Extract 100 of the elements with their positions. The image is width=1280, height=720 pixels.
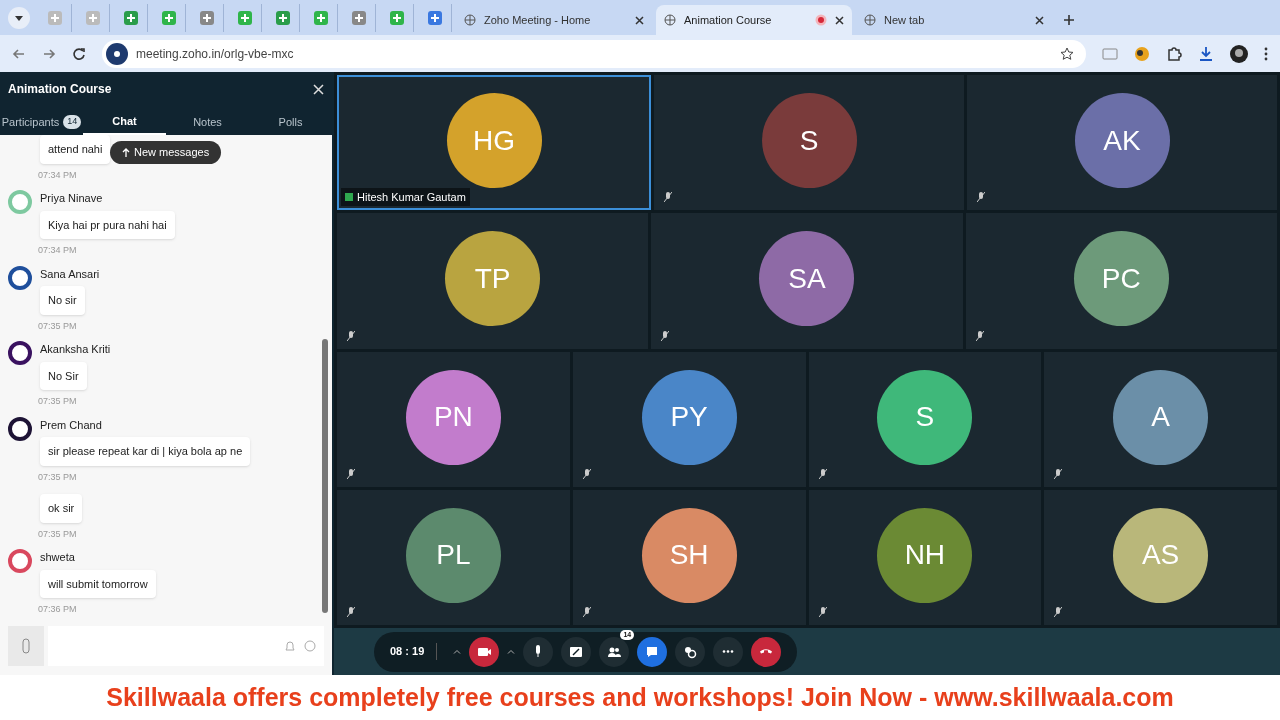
chat-button[interactable] (637, 636, 668, 667)
video-tile[interactable]: AK (967, 75, 1277, 211)
sender-name: Prem Chand (40, 417, 102, 433)
forward-icon[interactable] (42, 46, 56, 61)
video-tile[interactable]: HG Hitesh Kumar Gautam (337, 75, 651, 211)
muted-mic-icon (582, 607, 591, 617)
video-tile[interactable]: S (654, 75, 964, 211)
muted-mic-icon (582, 468, 591, 479)
bookmark-star-icon[interactable] (1060, 46, 1074, 61)
close-icon[interactable] (635, 15, 644, 25)
panel-tab[interactable]: Polls (249, 109, 332, 135)
extension-icon[interactable] (1134, 45, 1150, 62)
name-label: Hitesh Kumar Gautam (341, 187, 470, 207)
favicon-icon (123, 11, 138, 25)
favicon-icon (275, 11, 290, 25)
favicon-icon (199, 11, 214, 25)
meeting-timer: 08 : 19 (390, 643, 438, 660)
favicon-icon (389, 11, 404, 25)
participant-avatar: PL (405, 507, 501, 603)
participant-avatar: TP (445, 231, 541, 327)
participant-avatar: PC (1073, 231, 1169, 327)
close-icon[interactable] (1035, 15, 1044, 25)
message-time: 07:34 PM (38, 168, 77, 182)
chevron-up-icon[interactable] (507, 649, 516, 654)
favicon-icon (47, 11, 62, 25)
download-icon[interactable] (1198, 45, 1214, 62)
muted-mic-icon (347, 607, 355, 617)
share-button[interactable] (561, 636, 592, 667)
chevron-up-icon[interactable] (453, 649, 462, 654)
paperclip-icon (22, 638, 30, 654)
favicon-icon (161, 11, 176, 25)
site-info-icon[interactable] (106, 42, 128, 65)
menu-icon[interactable] (1264, 46, 1268, 61)
video-tile[interactable]: PN (337, 351, 570, 487)
message-time: 07:35 PM (38, 319, 77, 333)
video-tile[interactable]: TP (337, 213, 649, 349)
back-icon[interactable] (12, 46, 26, 61)
video-tile[interactable]: SH (572, 489, 806, 625)
message-time: 07:35 PM (38, 470, 77, 484)
camera-button[interactable] (469, 636, 500, 667)
caret-icon (15, 15, 23, 21)
muted-mic-icon (664, 192, 672, 203)
profile-avatar-icon[interactable] (1230, 44, 1248, 63)
count-badge: 14 (63, 115, 82, 129)
video-tile[interactable]: PC (965, 213, 1277, 349)
message-bubble: ok sir (40, 494, 83, 523)
message-bubble: No sir (40, 286, 85, 315)
message-bubble: Kiya hai pr pura nahi hai (40, 210, 175, 239)
participants-button[interactable] (599, 636, 630, 667)
more-button[interactable] (713, 636, 744, 667)
tab-title: Zoho Meeting - Home (484, 12, 592, 28)
favicon-icon (351, 11, 366, 25)
globe-icon (864, 14, 876, 26)
video-tile[interactable]: PY (572, 351, 806, 487)
message-time: 07:36 PM (38, 603, 77, 616)
bell-icon[interactable] (284, 640, 296, 652)
browser-tab[interactable]: Animation Course (656, 5, 852, 35)
muted-mic-icon (347, 468, 355, 479)
panel-tab[interactable]: Notes (166, 109, 249, 135)
puzzle-icon[interactable] (1166, 45, 1182, 62)
tab-title: New tab (884, 12, 926, 28)
participant-avatar: SA (759, 231, 855, 327)
new-messages-pill[interactable]: New messages (110, 141, 222, 164)
video-tile[interactable]: NH (808, 489, 1042, 625)
browser-tab[interactable]: Zoho Meeting - Home (456, 5, 652, 35)
favicon-icon (313, 11, 328, 25)
close-icon[interactable] (835, 15, 844, 25)
video-tile[interactable]: S (808, 351, 1042, 487)
mic-button[interactable] (523, 636, 554, 667)
participant-avatar: AS (1113, 507, 1209, 603)
new-tab-icon[interactable] (1064, 15, 1074, 25)
promo-banner-text: Skillwaala offers completely free courses and workshops! Join Now - www.skillwaala.com (106, 681, 1174, 713)
muted-mic-icon (818, 468, 827, 479)
favicon-icon (85, 11, 100, 25)
globe-icon (664, 14, 676, 26)
panel-title: Animation Course (8, 81, 112, 98)
participant-avatar: HG (446, 93, 542, 189)
muted-mic-icon (1054, 468, 1063, 479)
sender-name: Priya Ninave (40, 191, 103, 206)
message-input[interactable] (48, 626, 324, 666)
participant-avatar: S (877, 369, 973, 465)
reload-icon[interactable] (72, 46, 86, 61)
muted-mic-icon (818, 607, 827, 617)
participant-avatar: AK (1074, 93, 1170, 189)
tab-search-button[interactable] (8, 7, 30, 29)
address-bar[interactable]: meeting.zoho.in/orlg-vbe-mxc (102, 39, 1086, 68)
panel-tab[interactable]: Participants 14 (0, 109, 83, 135)
end-button[interactable] (751, 636, 782, 667)
favicon-icon (237, 11, 252, 25)
video-tile[interactable]: A (1044, 351, 1277, 487)
browser-tab[interactable]: New tab (856, 5, 1052, 35)
reactions-button[interactable] (675, 636, 706, 667)
end-call-icon (760, 649, 773, 654)
video-tile[interactable]: SA (651, 213, 963, 349)
muted-mic-icon (1054, 607, 1063, 617)
url-text: meeting.zoho.in/orlg-vbe-mxc (136, 45, 295, 63)
video-tile[interactable]: PL (337, 489, 570, 625)
message-time: 07:35 PM (38, 527, 77, 541)
muted-mic-icon (661, 330, 670, 341)
muted-mic-icon (347, 330, 355, 341)
